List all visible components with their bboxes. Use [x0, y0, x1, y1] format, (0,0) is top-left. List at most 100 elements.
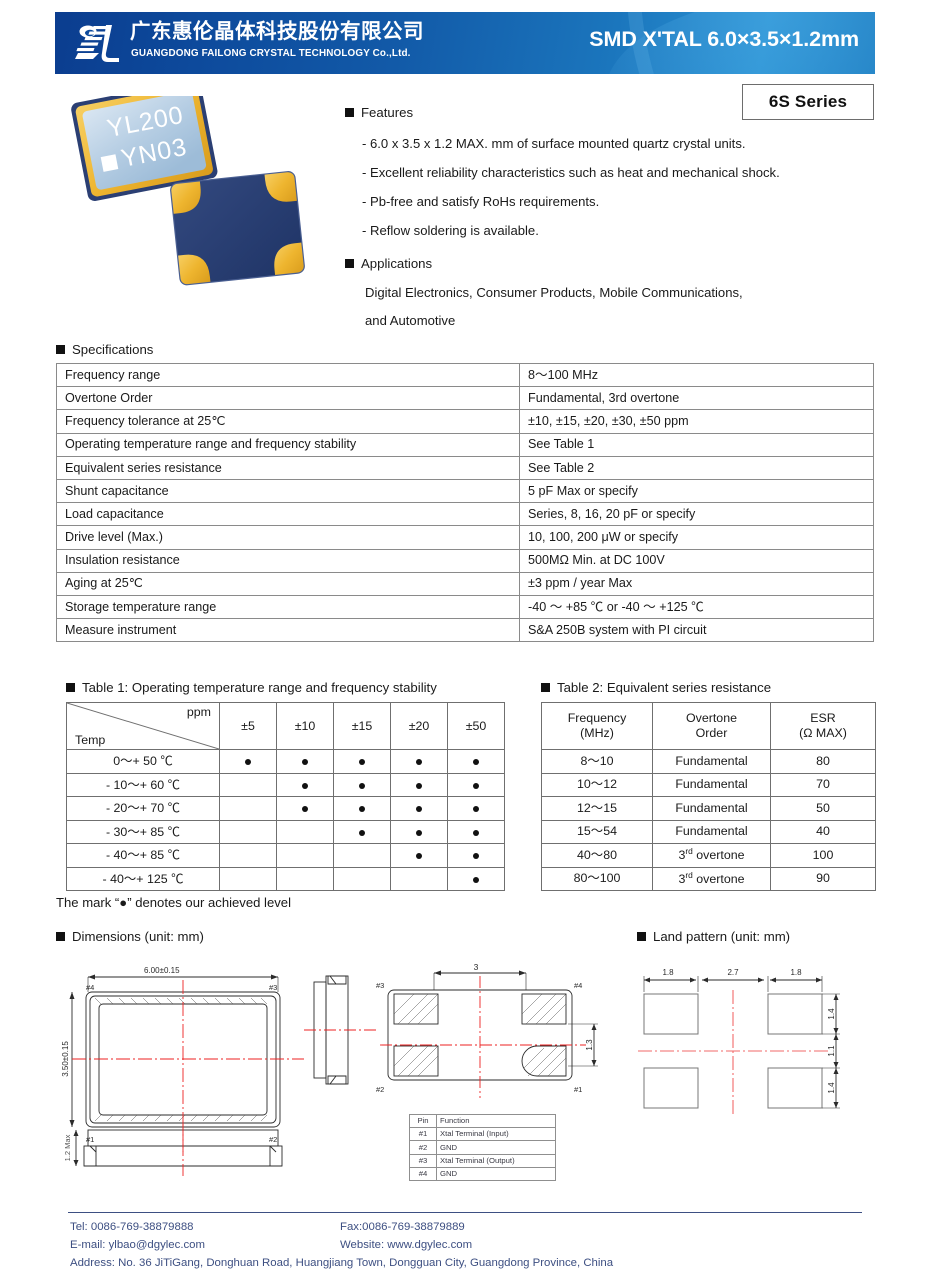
spec-row-key: Storage temperature range [56, 594, 520, 620]
achieved-dot-icon [473, 806, 479, 813]
pin-number: #3 [409, 1153, 437, 1168]
land-dim-left-label: 1.8 [662, 968, 674, 977]
bullet-square-icon [56, 932, 65, 941]
table1-cell-marked [390, 749, 448, 774]
table1-cell-empty [219, 819, 277, 844]
achieved-dot-icon [416, 759, 422, 766]
pin-function: Xtal Terminal (Output) [436, 1153, 556, 1168]
pin-table-row: #2 GND [409, 1140, 556, 1155]
table2-esr: 70 [770, 772, 876, 797]
table1-cell-marked [447, 749, 505, 774]
header-banner: 广东惠伦晶体科技股份有限公司 GUANGDONG FAILONG CRYSTAL… [55, 12, 875, 74]
footer-email[interactable]: E-mail: ylbao@dgylec.com [70, 1239, 205, 1251]
table2-overtone-order: Fundamental [652, 749, 771, 774]
table1-cell-marked [333, 819, 391, 844]
spec-row: Overtone Order Fundamental, 3rd overtone [56, 386, 874, 411]
achieved-dot-icon [302, 806, 308, 813]
table1-cell-marked [447, 796, 505, 821]
feature-item-2: - Excellent reliability characteristics … [362, 165, 780, 180]
table2-row: 12～15 Fundamental 50 [541, 796, 876, 821]
spec-row-key: Shunt capacitance [56, 478, 520, 504]
land-dim-center-label: 2.7 [727, 968, 739, 977]
table1-cell-empty [276, 843, 334, 868]
specifications-heading: Specifications [56, 343, 153, 356]
table2-esr: 80 [770, 749, 876, 774]
table2-overtone-order: Fundamental [652, 772, 771, 797]
table1-cell-empty [219, 866, 277, 891]
dim-pad-span-label: 3 [474, 962, 479, 972]
spec-row-value: See Table 1 [519, 432, 874, 457]
table1-temp-range: - 40～+ 125 ℃ [66, 866, 220, 891]
table2-frequency: 8～10 [541, 749, 653, 774]
table2-body: 8～10 Fundamental 80 10～12 Fundamental 70 12～15… [541, 749, 876, 891]
table2-overtone-order: Fundamental [652, 796, 771, 821]
dimensions-heading: Dimensions (unit: mm) [56, 930, 204, 943]
svg-text:#3: #3 [376, 981, 384, 990]
table2-row: 40～80 3rd overtone 100 [541, 843, 876, 868]
bullet-square-icon [56, 345, 65, 354]
pin-number: #4 [409, 1166, 437, 1181]
spec-row: Frequency tolerance at 25℃ ±10, ±15, ±20,… [56, 409, 874, 434]
land-dim-gap-label: 1.1 [827, 1045, 836, 1057]
spec-row-key: Insulation resistance [56, 548, 520, 573]
pin-table-header-pin: Pin [409, 1113, 437, 1129]
pin-function: Xtal Terminal (Input) [436, 1127, 556, 1142]
table1-cell-marked [390, 772, 448, 797]
feature-item-4: - Reflow soldering is available. [362, 223, 539, 238]
footer-fax: Fax:0086-769-38879889 [340, 1221, 465, 1233]
land-dim-right-label: 1.8 [790, 968, 802, 977]
table2-row: 15～54 Fundamental 40 [541, 819, 876, 844]
svg-text:#1: #1 [86, 1135, 94, 1144]
table2-overtone-order: Fundamental [652, 819, 771, 844]
footer-tel: Tel: 0086-769-38879888 [70, 1221, 194, 1233]
spec-row: Operating temperature range and frequenc… [56, 432, 874, 457]
spec-row: Frequency range 8～100 MHz [56, 362, 874, 388]
table1-cell-empty [333, 843, 391, 868]
bullet-square-icon [541, 683, 550, 692]
table1-cell-marked [333, 749, 391, 774]
table2-header-row: Frequency (MHz) Overtone Order ESR (Ω MAX) [541, 702, 876, 750]
achieved-dot-icon [416, 829, 422, 836]
spec-row: Insulation resistance 500MΩ Min. at DC 10… [56, 548, 874, 573]
applications-line-1: Digital Electronics, Consumer Products, … [365, 285, 743, 300]
spec-row-value: S&A 250B system with PI circuit [519, 618, 874, 643]
table1-cell-marked [276, 772, 334, 797]
table1-cell-empty [219, 796, 277, 821]
banner-title: SMD X'TAL 6.0×3.5×1.2mm [589, 27, 859, 51]
bullet-square-icon [345, 259, 354, 268]
pin-table-row: #4 GND [409, 1166, 556, 1181]
pin-table-row: #3 Xtal Terminal (Output) [409, 1153, 556, 1168]
bullet-square-icon [66, 683, 75, 692]
table1-cell-empty [219, 843, 277, 868]
spec-row: Storage temperature range -40 ～ +85 ℃ or … [56, 594, 874, 620]
svg-text:#2: #2 [269, 1135, 277, 1144]
table1-cell-empty [276, 819, 334, 844]
table1-temp-label: Temp [75, 732, 106, 747]
footer-website[interactable]: Website: www.dgylec.com [340, 1239, 472, 1251]
table2-esr: 50 [770, 796, 876, 821]
table1-cell-marked [447, 843, 505, 868]
table1-cell-marked [447, 819, 505, 844]
spec-row-value: 10, 100, 200 μW or specify [519, 525, 874, 550]
dim-thickness-label: 1.2 Max [63, 1134, 72, 1161]
pin-table-header-function: Function [436, 1113, 556, 1129]
product-photo: YL200 YN03 [71, 96, 305, 286]
spec-row-value: Series, 8, 16, 20 pF or specify [519, 502, 874, 527]
spec-row-value: 8～100 MHz [519, 362, 874, 388]
table2-esr: Frequency (MHz) Overtone Order ESR (Ω MAX) … [541, 702, 876, 891]
table2-esr: 100 [770, 843, 876, 868]
table1-cell-marked [447, 772, 505, 797]
achieved-dot-icon [416, 806, 422, 813]
table1-operating-temp: ppm Temp ±5 ±10 ±15 ±20 ±50 0～+ 50 ℃ - 10… [66, 702, 505, 891]
table1-heading: Table 1: Operating temperature range and… [66, 681, 437, 694]
achieved-dot-icon [473, 759, 479, 766]
pin-number: #2 [409, 1140, 437, 1155]
feature-item-3: - Pb-free and satisfy RoHs requirements. [362, 194, 600, 209]
pin-function: GND [436, 1166, 556, 1181]
pin-table-header-row: Pin Function [409, 1113, 556, 1129]
table1-col-header: ±10 [276, 702, 334, 750]
series-badge: 6S Series [742, 84, 874, 120]
spec-row-value: -40 ～ +85 ℃ or -40 ～ +125 ℃ [519, 594, 874, 620]
table1-temp-range: - 10～+ 60 ℃ [66, 772, 220, 797]
spec-row-key: Frequency range [56, 362, 520, 388]
